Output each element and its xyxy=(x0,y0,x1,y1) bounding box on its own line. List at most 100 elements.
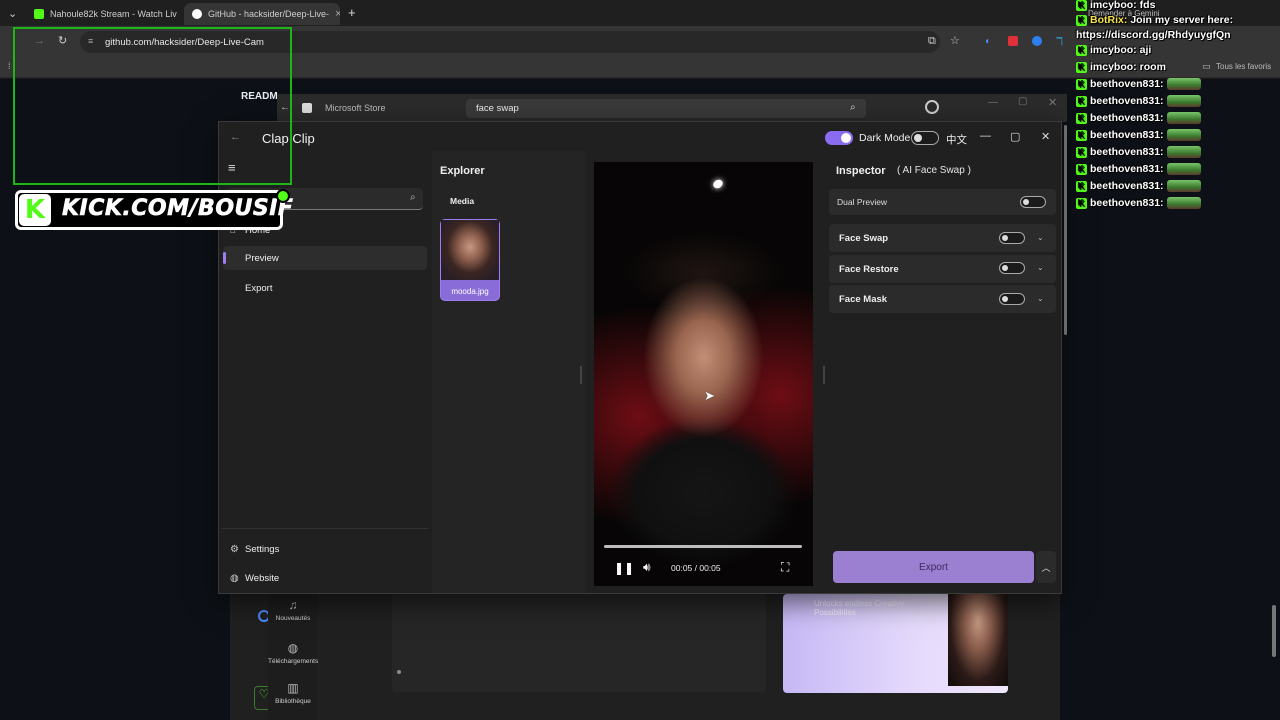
chat-user: beethoven831: xyxy=(1090,78,1164,90)
extension-icon[interactable]: ℸ xyxy=(1056,35,1063,48)
maximize-icon[interactable]: ▢ xyxy=(1010,130,1020,143)
kick-badge-icon: K xyxy=(1076,95,1087,107)
chat-user: beethoven831: xyxy=(1090,163,1164,175)
splitter-handle[interactable] xyxy=(823,366,825,384)
tab-title: GitHub - hacksider/Deep-Live- xyxy=(208,9,330,19)
chat-text: https://discord.gg/RhdyuygfQn xyxy=(1076,29,1231,41)
inspector-scrollbar[interactable] xyxy=(1064,125,1067,335)
sidebar-item-export[interactable]: Export xyxy=(223,276,427,300)
sidebar-item-label: Export xyxy=(245,282,273,294)
close-icon[interactable]: ✕ xyxy=(1041,130,1050,143)
export-options-button[interactable]: ︿ xyxy=(1036,551,1056,583)
chat-text: fds xyxy=(1139,0,1156,11)
promo-text: Unlocks endless Creative Possibilities xyxy=(814,599,905,617)
extension-icon[interactable] xyxy=(1008,36,1018,46)
library-icon: ▥ xyxy=(287,681,299,695)
globe-icon: ◍ xyxy=(230,572,239,584)
emote-icon xyxy=(1166,146,1201,158)
store-minimize-icon[interactable]: — xyxy=(988,97,998,108)
chat-user: beethoven831: xyxy=(1090,112,1164,124)
chat-user: BotRix: xyxy=(1090,14,1128,26)
chevron-down-icon[interactable]: ⌄ xyxy=(1037,263,1044,272)
browser-tab-kick[interactable]: Nahoule82k Stream - Watch Liv × xyxy=(26,3,181,25)
chat-message: https://discord.gg/RhdyuygfQn xyxy=(1076,29,1231,41)
chat-message: Kimcyboo: fds xyxy=(1076,0,1155,11)
store-maximize-icon[interactable]: ▢ xyxy=(1018,96,1027,107)
apps-icon[interactable]: ⁞ xyxy=(8,61,11,71)
chat-user: beethoven831: xyxy=(1090,129,1164,141)
page-scrollbar[interactable] xyxy=(1272,605,1276,657)
chat-user: beethoven831: xyxy=(1090,180,1164,192)
inspector-title: Inspector xyxy=(836,165,886,177)
extension-icon[interactable]: ◖ xyxy=(984,36,990,47)
emote-icon xyxy=(1166,78,1201,90)
extension-icon[interactable] xyxy=(1032,36,1042,46)
new-tab-button[interactable]: + xyxy=(348,5,356,20)
dual-preview-label: Dual Preview xyxy=(837,197,888,207)
chat-user: imcyboo: xyxy=(1090,61,1137,73)
chevron-down-icon[interactable]: ⌄ xyxy=(1037,294,1044,303)
export-label: Export xyxy=(919,561,948,573)
rail-item-nouveautes[interactable]: ♫ Nouveautés xyxy=(268,598,318,622)
panel-label: Face Restore xyxy=(839,264,899,275)
rail-label: Nouveautés xyxy=(275,615,311,622)
language-toggle[interactable] xyxy=(911,131,939,145)
kick-badge-icon: K xyxy=(1076,180,1087,192)
face-mask-toggle[interactable] xyxy=(999,293,1025,305)
sidebar-item-website[interactable]: ◍ Website xyxy=(223,566,427,590)
media-section-label: Media xyxy=(450,196,475,206)
chat-user: beethoven831: xyxy=(1090,197,1164,209)
browser-tab-github[interactable]: GitHub - hacksider/Deep-Live- × xyxy=(184,3,340,25)
chat-user: imcyboo: xyxy=(1090,0,1137,11)
chat-user: beethoven831: xyxy=(1090,95,1164,107)
emote-icon xyxy=(1166,112,1201,124)
store-search-icon[interactable]: ⌕ xyxy=(850,102,856,113)
export-button[interactable]: Export xyxy=(833,551,1034,583)
dual-preview-toggle[interactable] xyxy=(1020,196,1046,208)
video-progress-bar[interactable] xyxy=(604,545,802,548)
store-title: Microsoft Store xyxy=(325,103,386,113)
language-label: 中文 xyxy=(946,134,967,146)
scroll-dot xyxy=(397,670,401,674)
panel-label: Face Mask xyxy=(839,294,888,305)
volume-icon[interactable]: 🔊︎ xyxy=(643,560,651,575)
close-tab-icon[interactable]: × xyxy=(335,8,340,20)
avatar[interactable] xyxy=(925,100,939,114)
install-app-icon[interactable]: ⧉ xyxy=(928,35,936,48)
pause-icon[interactable]: ❚❚ xyxy=(614,561,634,575)
video-preview[interactable] xyxy=(594,162,813,586)
kick-badge-icon: K xyxy=(1076,163,1087,175)
chat-text: aji xyxy=(1139,44,1152,56)
search-icon[interactable]: ⌕ xyxy=(410,192,416,203)
sidebar-item-settings[interactable]: ⚙ Settings xyxy=(223,537,427,561)
store-logo-icon xyxy=(302,103,312,113)
sidebar-item-preview[interactable]: Preview xyxy=(223,246,427,270)
kick-badge-icon: K xyxy=(1076,61,1087,73)
store-close-icon[interactable]: ✕ xyxy=(1048,96,1057,109)
fullscreen-icon[interactable]: ⛶ xyxy=(781,560,789,575)
rail-item-bibliotheque[interactable]: ▥ Bibliothèque xyxy=(268,681,318,705)
face-restore-toggle[interactable] xyxy=(999,262,1025,274)
store-search-input[interactable]: face swap xyxy=(466,99,866,118)
kick-badge-icon: K xyxy=(1076,14,1087,26)
kick-badge-icon: K xyxy=(1076,197,1087,209)
face-swap-toggle[interactable] xyxy=(999,232,1025,244)
splitter-handle[interactable] xyxy=(580,366,582,384)
emote-icon xyxy=(1166,180,1201,192)
rail-item-telechargements[interactable]: ◍ Téléchargements xyxy=(268,641,318,665)
dark-mode-toggle[interactable] xyxy=(825,131,853,145)
chat-message: Kbeethoven831: xyxy=(1076,146,1201,158)
kick-favicon-icon xyxy=(34,9,44,19)
minimize-icon[interactable]: — xyxy=(980,130,991,142)
download-icon: ◍ xyxy=(287,641,299,655)
media-filename: mooda.jpg xyxy=(451,287,489,296)
chevron-down-icon[interactable]: ⌄ xyxy=(1037,233,1044,242)
kick-badge-icon: K xyxy=(1076,146,1087,158)
explorer-panel xyxy=(432,151,586,593)
tab-search-chevron-icon[interactable]: ⌄ xyxy=(8,7,17,20)
chat-message: K BotRix: Join my server here: xyxy=(1076,14,1233,26)
chat-message: Kbeethoven831: xyxy=(1076,112,1201,124)
bookmark-star-icon[interactable]: ☆ xyxy=(950,34,960,47)
chat-message: Kimcyboo: room xyxy=(1076,61,1166,73)
rail-label: Téléchargements xyxy=(268,658,319,665)
